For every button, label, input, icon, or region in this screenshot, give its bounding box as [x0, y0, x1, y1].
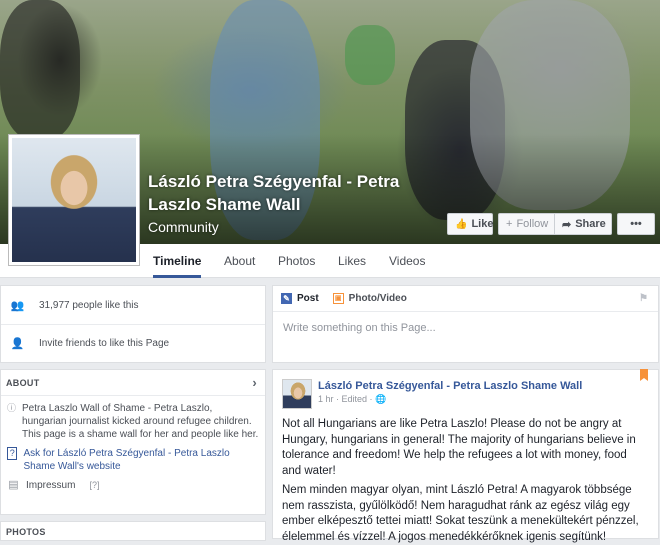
tab-photos[interactable]: Photos	[278, 244, 315, 278]
likes-count: 31,977 people like this	[39, 299, 139, 311]
more-dots-icon: •••	[630, 218, 642, 230]
cover-actions: 👍 Like + Follow ➦ Share •••	[447, 213, 655, 235]
story-author-block: László Petra Szégyenfal - Petra Laszlo S…	[318, 379, 582, 409]
story-author[interactable]: László Petra Szégyenfal - Petra Laszlo S…	[318, 379, 582, 393]
photos-heading: PHOTOS	[6, 527, 46, 537]
follow-button[interactable]: + Follow	[498, 213, 555, 235]
tab-likes[interactable]: Likes	[338, 244, 366, 278]
story-paragraph-2: Nem minden magyar olyan, mint László Pet…	[282, 484, 639, 543]
tab-timeline[interactable]: Timeline	[153, 244, 202, 278]
profile-picture[interactable]	[8, 134, 140, 266]
invite-person-icon: 👤	[10, 338, 25, 350]
story-meta: 1 hr · Edited · 🌐	[318, 394, 582, 405]
composer-tabs: ✎ Post ▣ Photo/Video ⚑	[273, 286, 658, 312]
about-description: Petra Laszlo Wall of Shame - Petra Laszl…	[22, 403, 259, 440]
share-arrow-icon: ➦	[562, 218, 572, 231]
thumbs-up-icon: 👍	[455, 218, 468, 230]
about-panel: ABOUT › ⓘ Petra Laszlo Wall of Shame - P…	[0, 369, 266, 515]
story-paragraph-1: Not all Hungarians are like Petra Laszlo…	[282, 418, 636, 477]
page-title: László Petra Szégyenfal - Petra Laszlo S…	[148, 172, 400, 214]
impressum-row: ▤ Impressum [?]	[1, 473, 265, 492]
profile-photo	[12, 138, 136, 262]
invite-text: Invite friends to like this Page	[39, 338, 170, 349]
story-header: László Petra Szégyenfal - Petra Laszlo S…	[273, 370, 658, 409]
impressum-label: Impressum	[26, 480, 76, 491]
likes-count-row[interactable]: 👥 31,977 people like this	[1, 286, 265, 324]
story-card: László Petra Szégyenfal - Petra Laszlo S…	[272, 369, 659, 543]
impressum-help-link[interactable]: [?]	[89, 479, 99, 492]
photos-panel: PHOTOS	[0, 521, 266, 541]
document-icon: ▤	[8, 479, 19, 491]
chevron-right-icon: ›	[252, 375, 257, 390]
more-button[interactable]: •••	[617, 213, 655, 235]
about-description-row: ⓘ Petra Laszlo Wall of Shame - Petra Las…	[1, 396, 265, 441]
like-label: Like	[471, 218, 494, 230]
composer-panel: ✎ Post ▣ Photo/Video ⚑ Write something o…	[272, 285, 659, 363]
follow-share-group: + Follow ➦ Share	[498, 213, 612, 235]
photo-tab-label: Photo/Video	[348, 293, 407, 304]
composer-input[interactable]: Write something on this Page...	[273, 312, 658, 344]
share-label: Share	[575, 218, 606, 230]
globe-icon: 🌐	[375, 394, 387, 404]
info-icon: ⓘ	[7, 403, 17, 413]
story-timestamp[interactable]: 1 hr · Edited ·	[318, 394, 375, 404]
page-category[interactable]: Community	[148, 219, 219, 235]
share-button[interactable]: ➦ Share	[555, 213, 612, 235]
like-button[interactable]: 👍 Like	[447, 213, 493, 235]
pencil-icon: ✎	[281, 293, 292, 304]
follow-label: Follow	[516, 218, 549, 230]
website-link[interactable]: Ask for László Petra Szégyenfal - Petra …	[23, 447, 259, 473]
author-avatar[interactable]	[282, 379, 312, 409]
about-header[interactable]: ABOUT ›	[1, 370, 265, 396]
tab-videos[interactable]: Videos	[389, 244, 425, 278]
story-text: Not all Hungarians are like Petra Laszlo…	[273, 409, 658, 545]
photo-icon: ▣	[332, 293, 344, 304]
plus-icon: +	[506, 218, 513, 230]
tab-about[interactable]: About	[224, 244, 255, 278]
tab-post[interactable]: ✎ Post	[281, 293, 319, 304]
photos-header[interactable]: PHOTOS	[1, 522, 265, 542]
post-tab-label: Post	[297, 293, 319, 304]
question-icon: ?	[7, 447, 18, 460]
website-row: ? Ask for László Petra Szégyenfal - Petr…	[1, 441, 265, 473]
flag-icon[interactable]: ⚑	[639, 293, 648, 304]
about-heading: ABOUT	[6, 377, 40, 388]
likes-panel: 👥 31,977 people like this 👤 Invite frien…	[0, 285, 266, 363]
people-icon: 👥	[10, 299, 25, 312]
invite-row[interactable]: 👤 Invite friends to like this Page	[1, 324, 265, 362]
tab-photo-video[interactable]: ▣ Photo/Video	[332, 293, 407, 304]
